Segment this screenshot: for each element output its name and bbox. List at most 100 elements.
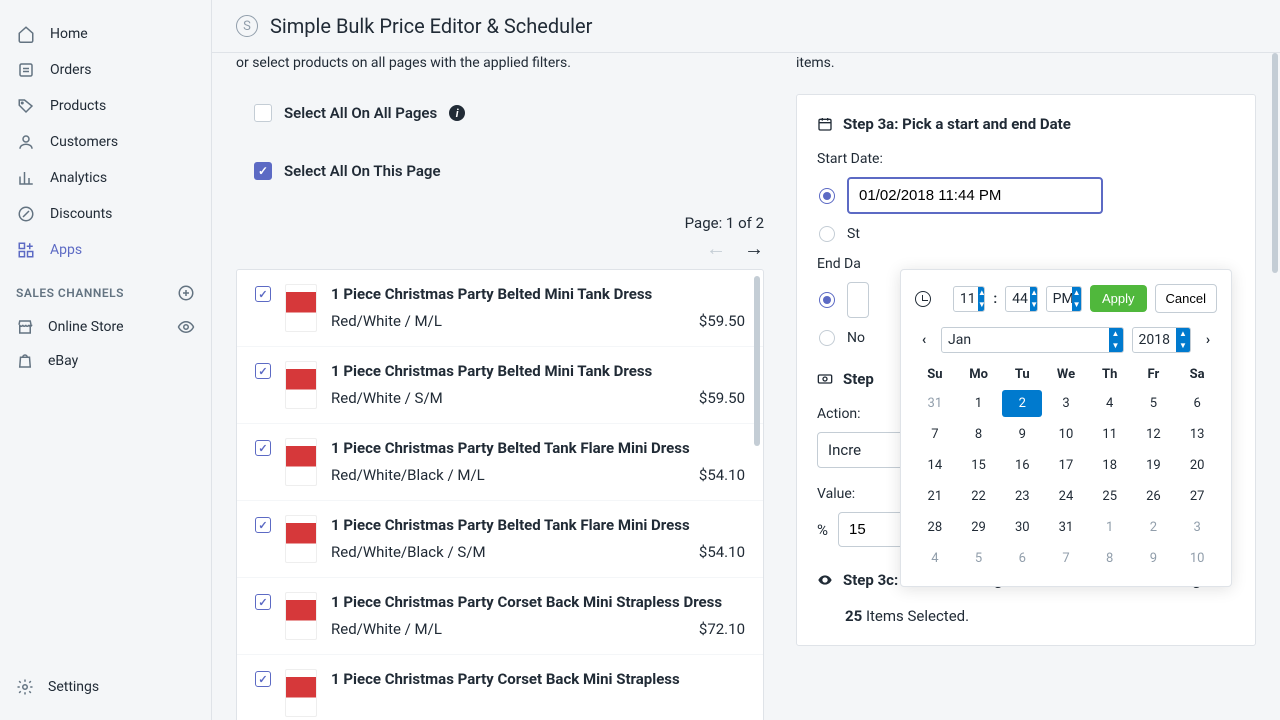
- calendar-day[interactable]: 27: [1177, 483, 1217, 510]
- product-row[interactable]: 1 Piece Christmas Party Belted Tank Flar…: [237, 501, 763, 578]
- calendar-day[interactable]: 31: [1046, 514, 1086, 541]
- cancel-button[interactable]: Cancel: [1155, 284, 1217, 313]
- calendar-day[interactable]: 31: [915, 390, 955, 417]
- row-checkbox[interactable]: [255, 517, 271, 533]
- calendar-day[interactable]: 21: [915, 483, 955, 510]
- pager-prev[interactable]: ←: [706, 236, 726, 261]
- bag-icon: [16, 352, 34, 370]
- product-title: 1 Piece Christmas Party Belted Mini Tank…: [331, 361, 745, 381]
- calendar-day[interactable]: 1: [1090, 514, 1130, 541]
- calendar-day[interactable]: 23: [1002, 483, 1042, 510]
- action-select[interactable]: Incre: [817, 432, 905, 468]
- product-row[interactable]: 1 Piece Christmas Party Corset Back Mini…: [237, 655, 763, 720]
- product-variant: Red/White/Black / S/M: [331, 543, 486, 561]
- calendar-day[interactable]: 4: [1090, 390, 1130, 417]
- calendar-day[interactable]: 7: [1046, 545, 1086, 572]
- checkbox-this-page[interactable]: [254, 162, 272, 180]
- dow-header: Sa: [1177, 363, 1217, 386]
- calendar-day[interactable]: 6: [1002, 545, 1042, 572]
- calendar-day[interactable]: 26: [1134, 483, 1174, 510]
- month-next[interactable]: ›: [1199, 332, 1217, 348]
- nav-customers[interactable]: Customers: [0, 124, 211, 160]
- calendar-day[interactable]: 2: [1134, 514, 1174, 541]
- nav-orders[interactable]: Orders: [0, 52, 211, 88]
- clock-icon: [915, 291, 931, 307]
- row-checkbox[interactable]: [255, 286, 271, 302]
- scrollbar[interactable]: [1272, 53, 1278, 273]
- calendar-day[interactable]: 25: [1090, 483, 1130, 510]
- nav-apps[interactable]: Apps: [0, 232, 211, 268]
- month-prev[interactable]: ‹: [915, 332, 933, 348]
- checkbox-all-pages[interactable]: [254, 104, 272, 122]
- eye-icon[interactable]: [177, 318, 195, 336]
- calendar-day[interactable]: 3: [1046, 390, 1086, 417]
- calendar-day[interactable]: 8: [959, 421, 999, 448]
- channel-online-store[interactable]: Online Store: [0, 310, 211, 344]
- row-checkbox[interactable]: [255, 671, 271, 687]
- pager-next[interactable]: →: [744, 236, 764, 261]
- calendar-day[interactable]: 12: [1134, 421, 1174, 448]
- calendar-day[interactable]: 29: [959, 514, 999, 541]
- calendar-day[interactable]: 22: [959, 483, 999, 510]
- calendar-day[interactable]: 5: [1134, 390, 1174, 417]
- channel-ebay[interactable]: eBay: [0, 344, 211, 378]
- calendar-day[interactable]: 17: [1046, 452, 1086, 479]
- calendar-day[interactable]: 7: [915, 421, 955, 448]
- add-channel-icon[interactable]: [177, 284, 195, 302]
- calendar-day[interactable]: 9: [1002, 421, 1042, 448]
- nav-discounts[interactable]: Discounts: [0, 196, 211, 232]
- calendar-day[interactable]: 19: [1134, 452, 1174, 479]
- radio-specific-start[interactable]: [819, 188, 835, 204]
- row-checkbox[interactable]: [255, 440, 271, 456]
- dow-header: Mo: [959, 363, 999, 386]
- nav-products[interactable]: Products: [0, 88, 211, 124]
- calendar-day[interactable]: 2: [1002, 390, 1042, 417]
- product-row[interactable]: 1 Piece Christmas Party Belted Tank Flar…: [237, 424, 763, 501]
- calendar-day[interactable]: 14: [915, 452, 955, 479]
- customers-icon: [16, 132, 36, 152]
- calendar-day[interactable]: 6: [1177, 390, 1217, 417]
- hour-input[interactable]: 11▲▼: [953, 286, 985, 312]
- product-price: $54.10: [699, 466, 745, 484]
- radio-start-now[interactable]: [819, 226, 835, 242]
- radio-no-end[interactable]: [819, 330, 835, 346]
- product-list: 1 Piece Christmas Party Belted Mini Tank…: [236, 269, 764, 720]
- calendar-day[interactable]: 15: [959, 452, 999, 479]
- nav-settings[interactable]: Settings: [0, 670, 211, 704]
- calendar-day[interactable]: 16: [1002, 452, 1042, 479]
- calendar-day[interactable]: 24: [1046, 483, 1086, 510]
- calendar-day[interactable]: 28: [915, 514, 955, 541]
- nav-home[interactable]: Home: [0, 16, 211, 52]
- radio-specific-end[interactable]: [819, 292, 835, 308]
- ampm-input[interactable]: PM▲▼: [1046, 286, 1082, 312]
- calendar-day[interactable]: 8: [1090, 545, 1130, 572]
- label-all-pages: Select All On All Pages: [284, 104, 437, 122]
- nav-analytics[interactable]: Analytics: [0, 160, 211, 196]
- product-row[interactable]: 1 Piece Christmas Party Belted Mini Tank…: [237, 347, 763, 424]
- calendar-day[interactable]: 30: [1002, 514, 1042, 541]
- calendar-day[interactable]: 1: [959, 390, 999, 417]
- minute-input[interactable]: 44▲▼: [1005, 286, 1037, 312]
- calendar-day[interactable]: 18: [1090, 452, 1130, 479]
- calendar-day[interactable]: 11: [1090, 421, 1130, 448]
- calendar-day[interactable]: 4: [915, 545, 955, 572]
- product-row[interactable]: 1 Piece Christmas Party Corset Back Mini…: [237, 578, 763, 655]
- list-scrollbar[interactable]: [754, 276, 760, 446]
- calendar-day[interactable]: 3: [1177, 514, 1217, 541]
- calendar-day[interactable]: 20: [1177, 452, 1217, 479]
- calendar-day[interactable]: 9: [1134, 545, 1174, 572]
- row-checkbox[interactable]: [255, 594, 271, 610]
- info-icon[interactable]: i: [449, 105, 465, 121]
- start-date-input[interactable]: [847, 177, 1103, 214]
- calendar-day[interactable]: 5: [959, 545, 999, 572]
- end-date-input-partial[interactable]: [847, 282, 869, 318]
- calendar-day[interactable]: 10: [1046, 421, 1086, 448]
- right-intro: items.: [796, 53, 1256, 74]
- month-select[interactable]: Jan▲▼: [941, 327, 1124, 353]
- product-row[interactable]: 1 Piece Christmas Party Belted Mini Tank…: [237, 270, 763, 347]
- apply-button[interactable]: Apply: [1090, 285, 1147, 312]
- calendar-day[interactable]: 10: [1177, 545, 1217, 572]
- year-select[interactable]: 2018▲▼: [1132, 327, 1191, 353]
- calendar-day[interactable]: 13: [1177, 421, 1217, 448]
- row-checkbox[interactable]: [255, 363, 271, 379]
